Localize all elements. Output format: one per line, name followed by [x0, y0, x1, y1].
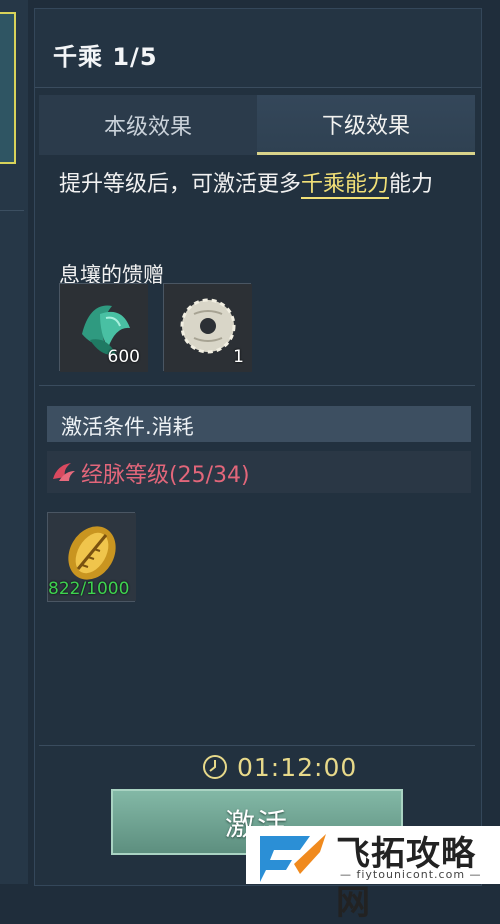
skill-panel: 千乘 1/5 本级效果 下级效果 提升等级后，可激活更多千乘能力能力 息壤的馈赠… — [34, 8, 482, 886]
desc-text: 提升等级后，可激活更多 — [59, 172, 302, 197]
divider — [39, 385, 475, 386]
panel-title: 千乘 1/5 — [53, 43, 158, 71]
previous-card[interactable] — [0, 12, 16, 164]
cost-progress: 822/1000 — [48, 579, 130, 599]
meridian-icon — [53, 463, 75, 481]
site-watermark: 飞拓攻略网 — fiytounicont.com — — [246, 826, 500, 923]
divider — [0, 210, 24, 211]
title-bar: 千乘 1/5 — [35, 9, 481, 88]
desc-highlight[interactable]: 千乘能力 — [301, 172, 390, 199]
watermark-url: — fiytounicont.com — — [340, 868, 482, 881]
effect-tabs: 本级效果 下级效果 — [39, 95, 475, 155]
cost-item-shell[interactable]: 822/1000 — [47, 512, 136, 602]
previous-panel-edge — [0, 0, 28, 884]
desc-tail: 能力 — [389, 172, 434, 197]
tab-current-level[interactable]: 本级效果 — [39, 95, 257, 155]
reward-item-jade[interactable]: 600 — [59, 283, 148, 372]
item-count: 600 — [107, 347, 140, 367]
conditions-header: 激活条件.消耗 — [47, 406, 471, 442]
divider — [39, 745, 475, 746]
requirement-row: 经脉等级(25/34) — [47, 451, 471, 493]
site-logo-icon — [260, 834, 326, 882]
effect-description: 提升等级后，可激活更多千乘能力能力 — [59, 169, 469, 201]
item-count: 1 — [233, 347, 244, 367]
reward-item-disc[interactable]: 1 — [163, 283, 252, 372]
conditions-title: 激活条件.消耗 — [61, 415, 194, 439]
clock-icon — [203, 755, 227, 779]
meridian-level-requirement: 经脉等级(25/34) — [81, 463, 250, 488]
timer: 01:12:00 — [201, 747, 357, 787]
timer-text: 01:12:00 — [237, 752, 358, 782]
tab-next-level[interactable]: 下级效果 — [257, 95, 475, 155]
